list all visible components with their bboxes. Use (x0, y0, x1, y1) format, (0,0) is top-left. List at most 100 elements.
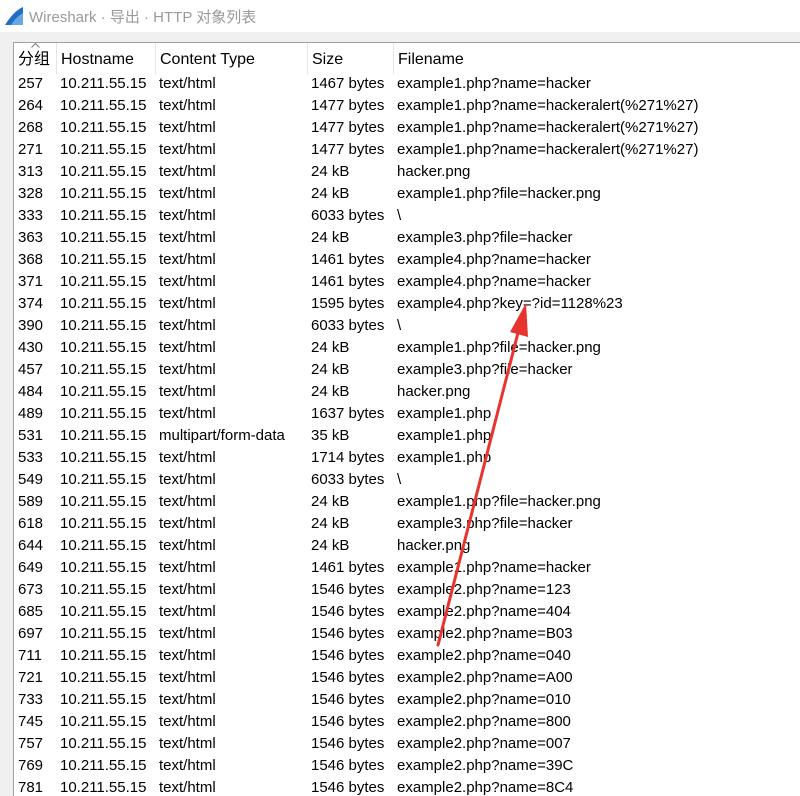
table-row[interactable]: 533 10.211.55.15 text/html 1714 bytes exampl… (14, 447, 800, 469)
cell-hostname: 10.211.55.15 (60, 119, 147, 136)
cell-content-type: text/html (159, 537, 216, 554)
table-row[interactable]: 673 10.211.55.15 text/html 1546 bytes exampl… (14, 579, 800, 601)
cell-filename: example2.php?name=007 (397, 735, 571, 752)
table-row[interactable]: 268 10.211.55.15 text/html 1477 bytes exampl… (14, 117, 800, 139)
table-row[interactable]: 685 10.211.55.15 text/html 1546 bytes exampl… (14, 601, 800, 623)
table-row[interactable]: 328 10.211.55.15 text/html 24 kB example1.ph… (14, 183, 800, 205)
cell-packet: 781 (18, 779, 44, 796)
cell-packet: 313 (18, 163, 44, 180)
column-header-content-type[interactable]: Content Type (156, 43, 308, 74)
table-row[interactable]: 257 10.211.55.15 text/html 1467 bytes exampl… (14, 73, 800, 95)
cell-filename: example1.php (397, 405, 492, 422)
cell-packet: 673 (18, 581, 44, 598)
table-row[interactable]: 368 10.211.55.15 text/html 1461 bytes exampl… (14, 249, 800, 271)
cell-hostname: 10.211.55.15 (60, 471, 147, 488)
table-row[interactable]: 374 10.211.55.15 text/html 1595 bytes exampl… (14, 293, 800, 315)
cell-size: 1546 bytes (311, 603, 385, 620)
table-row[interactable]: 618 10.211.55.15 text/html 24 kB example3.ph… (14, 513, 800, 535)
cell-hostname: 10.211.55.15 (60, 603, 147, 620)
cell-filename: example3.php?file=hacker (397, 229, 573, 246)
table-row[interactable]: 371 10.211.55.15 text/html 1461 bytes exampl… (14, 271, 800, 293)
table-row[interactable]: 711 10.211.55.15 text/html 1546 bytes exampl… (14, 645, 800, 667)
cell-size: 1546 bytes (311, 713, 385, 730)
column-header-filename-label: Filename (398, 51, 464, 68)
table-row[interactable]: 333 10.211.55.15 text/html 6033 bytes \ (14, 205, 800, 227)
cell-filename: example4.php?name=hacker (397, 251, 591, 268)
cell-hostname: 10.211.55.15 (60, 669, 147, 686)
table-row[interactable]: 644 10.211.55.15 text/html 24 kB hacker.png (14, 535, 800, 557)
table-row[interactable]: 457 10.211.55.15 text/html 24 kB example3.ph… (14, 359, 800, 381)
cell-size: 24 kB (311, 383, 350, 400)
cell-filename: hacker.png (397, 163, 471, 180)
cell-packet: 368 (18, 251, 44, 268)
table-row[interactable]: 549 10.211.55.15 text/html 6033 bytes \ (14, 469, 800, 491)
cell-size: 1595 bytes (311, 295, 385, 312)
cell-packet: 328 (18, 185, 44, 202)
cell-packet: 374 (18, 295, 44, 312)
table-row[interactable]: 363 10.211.55.15 text/html 24 kB example3.ph… (14, 227, 800, 249)
cell-content-type: text/html (159, 779, 216, 796)
cell-size: 1546 bytes (311, 757, 385, 774)
column-header-hostname[interactable]: Hostname (57, 43, 156, 74)
http-object-list[interactable]: 分组 Hostname Content Type Size Filename 2… (13, 42, 800, 796)
cell-size: 1467 bytes (311, 75, 385, 92)
cell-filename: example2.php?name=8C4 (397, 779, 574, 796)
table-row[interactable]: 721 10.211.55.15 text/html 1546 bytes exampl… (14, 667, 800, 689)
table-row[interactable]: 264 10.211.55.15 text/html 1477 bytes exampl… (14, 95, 800, 117)
column-header-filename[interactable]: Filename (394, 43, 800, 74)
cell-hostname: 10.211.55.15 (60, 427, 147, 444)
cell-size: 1477 bytes (311, 141, 385, 158)
cell-packet: 644 (18, 537, 44, 554)
cell-hostname: 10.211.55.15 (60, 713, 147, 730)
table-row[interactable]: 271 10.211.55.15 text/html 1477 bytes exampl… (14, 139, 800, 161)
cell-filename: example1.php?file=hacker.png (397, 339, 601, 356)
cell-filename: example1.php?name=hackeralert(%271%27) (397, 141, 699, 158)
cell-size: 35 kB (311, 427, 350, 444)
cell-size: 1714 bytes (311, 449, 385, 466)
table-row[interactable]: 531 10.211.55.15 multipart/form-data 35 kB e… (14, 425, 800, 447)
table-row[interactable]: 589 10.211.55.15 text/html 24 kB example1.ph… (14, 491, 800, 513)
cell-hostname: 10.211.55.15 (60, 559, 147, 576)
cell-packet: 721 (18, 669, 44, 686)
column-header-packet[interactable]: 分组 (14, 43, 57, 74)
cell-content-type: text/html (159, 185, 216, 202)
cell-content-type: text/html (159, 141, 216, 158)
column-header-size[interactable]: Size (308, 43, 394, 74)
sort-ascending-icon (31, 43, 40, 48)
cell-packet: 268 (18, 119, 44, 136)
table-row[interactable]: 390 10.211.55.15 text/html 6033 bytes \ (14, 315, 800, 337)
table-row[interactable]: 430 10.211.55.15 text/html 24 kB example1.ph… (14, 337, 800, 359)
list-rows: 257 10.211.55.15 text/html 1467 bytes exampl… (14, 73, 800, 796)
cell-filename: example1.php?name=hackeralert(%271%27) (397, 119, 699, 136)
cell-packet: 549 (18, 471, 44, 488)
cell-filename: example2.php?name=A00 (397, 669, 573, 686)
table-row[interactable]: 745 10.211.55.15 text/html 1546 bytes exampl… (14, 711, 800, 733)
cell-packet: 257 (18, 75, 44, 92)
cell-content-type: text/html (159, 757, 216, 774)
table-row[interactable]: 757 10.211.55.15 text/html 1546 bytes exampl… (14, 733, 800, 755)
cell-packet: 649 (18, 559, 44, 576)
cell-content-type: text/html (159, 383, 216, 400)
cell-hostname: 10.211.55.15 (60, 449, 147, 466)
cell-size: 1461 bytes (311, 251, 385, 268)
cell-content-type: text/html (159, 449, 216, 466)
table-row[interactable]: 769 10.211.55.15 text/html 1546 bytes exampl… (14, 755, 800, 777)
cell-packet: 531 (18, 427, 44, 444)
cell-hostname: 10.211.55.15 (60, 537, 147, 554)
cell-content-type: text/html (159, 713, 216, 730)
cell-filename: example1.php?name=hackeralert(%271%27) (397, 97, 699, 114)
table-row[interactable]: 489 10.211.55.15 text/html 1637 bytes exampl… (14, 403, 800, 425)
cell-packet: 430 (18, 339, 44, 356)
cell-content-type: text/html (159, 603, 216, 620)
table-row[interactable]: 484 10.211.55.15 text/html 24 kB hacker.png (14, 381, 800, 403)
table-row[interactable]: 649 10.211.55.15 text/html 1461 bytes exampl… (14, 557, 800, 579)
cell-packet: 489 (18, 405, 44, 422)
table-row[interactable]: 781 10.211.55.15 text/html 1546 bytes exampl… (14, 777, 800, 796)
cell-size: 6033 bytes (311, 207, 385, 224)
table-row[interactable]: 313 10.211.55.15 text/html 24 kB hacker.png (14, 161, 800, 183)
table-row[interactable]: 697 10.211.55.15 text/html 1546 bytes exampl… (14, 623, 800, 645)
cell-hostname: 10.211.55.15 (60, 185, 147, 202)
table-row[interactable]: 733 10.211.55.15 text/html 1546 bytes exampl… (14, 689, 800, 711)
cell-hostname: 10.211.55.15 (60, 493, 147, 510)
cell-content-type: text/html (159, 273, 216, 290)
